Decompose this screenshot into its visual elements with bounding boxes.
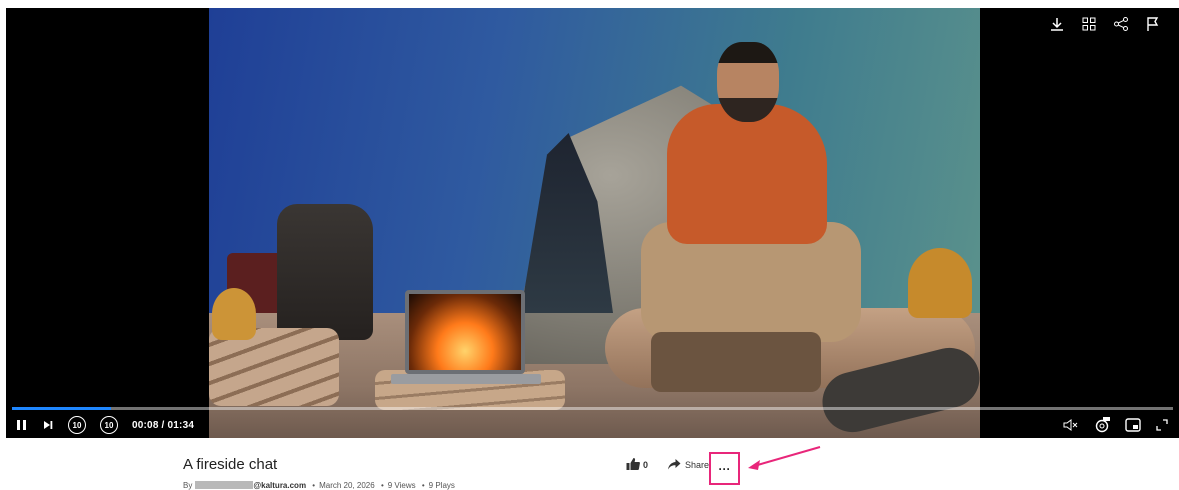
next-icon[interactable] (42, 419, 54, 431)
annotation-arrow (748, 446, 821, 470)
seek-back-icon[interactable]: 10 (68, 416, 86, 434)
scene-presenter (641, 42, 871, 402)
more-options-button[interactable]: ··· (709, 452, 740, 485)
media-plays: 9 Plays (428, 481, 455, 490)
media-date: March 20, 2026 (319, 481, 375, 490)
separator: • (380, 481, 384, 490)
pip-icon[interactable] (1125, 418, 1141, 432)
seek-forward-icon[interactable]: 10 (100, 416, 118, 434)
video-player[interactable]: 10 10 00:08 / 01:34 (6, 8, 1179, 438)
redacted-author (195, 481, 254, 489)
thumbs-up-icon (626, 458, 640, 472)
separator: • (312, 481, 316, 490)
progress-fill (12, 407, 111, 410)
by-label: By (183, 481, 193, 490)
media-title: A fireside chat (183, 456, 278, 473)
progress-bar[interactable] (12, 407, 1173, 410)
share-button[interactable]: Share (668, 458, 710, 472)
scene-plant (908, 248, 972, 318)
video-frame (209, 8, 980, 438)
scene-laptop-fire (405, 290, 525, 374)
media-actions: 0 Share (626, 458, 709, 472)
grid-icon[interactable] (1079, 16, 1099, 36)
author-domain[interactable]: @kaltura.com (253, 481, 306, 490)
share-icon[interactable] (1111, 16, 1131, 36)
scene-backpack (277, 204, 373, 340)
share-label: Share (685, 460, 710, 470)
separator: • (421, 481, 425, 490)
mute-icon[interactable] (1063, 418, 1079, 432)
scene-laptop-base (391, 374, 541, 384)
fullscreen-icon[interactable] (1155, 418, 1169, 432)
settings-icon[interactable] (1093, 416, 1111, 434)
like-count: 0 (643, 460, 649, 470)
time-display: 00:08 / 01:34 (132, 419, 195, 431)
like-button[interactable]: 0 (626, 458, 648, 472)
media-views: 9 Views (387, 481, 416, 490)
share-arrow-icon (668, 458, 681, 472)
player-top-toolbar (1047, 16, 1163, 36)
flag-icon[interactable] (1143, 16, 1163, 36)
media-meta: By @kaltura.com • March 20, 2026 • 9 Views … (183, 481, 455, 490)
scene-plant (212, 288, 256, 340)
download-icon[interactable] (1047, 16, 1067, 36)
pause-icon[interactable] (16, 419, 28, 431)
player-controls: 10 10 00:08 / 01:34 (6, 413, 1179, 437)
